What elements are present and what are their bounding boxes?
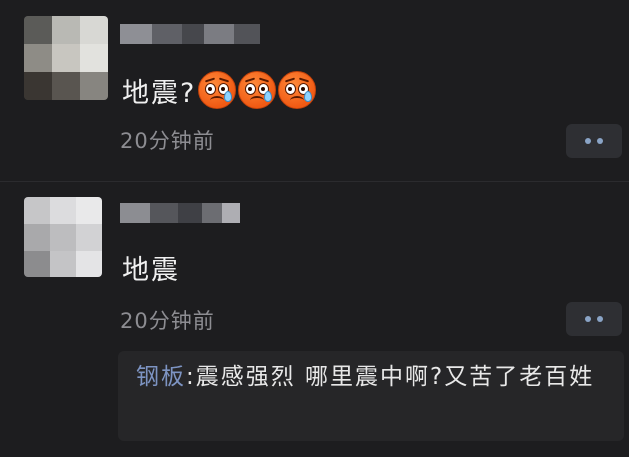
divider [0,181,629,182]
more-dots-icon [585,138,591,144]
username-blurred[interactable] [120,24,260,44]
worried-sweat-face-icon [278,71,317,109]
reply-separator: : [186,364,196,390]
more-dots-icon [597,316,603,322]
avatar[interactable] [24,197,102,277]
comment-content: 地震? [122,70,317,110]
comment-time: 20分钟前 [120,129,215,153]
worried-sweat-face-icon [238,71,277,109]
comment-text: 地震? [122,77,197,109]
comment-time: 20分钟前 [120,309,215,333]
more-options-button[interactable] [566,124,622,158]
more-dots-icon [597,138,603,144]
more-options-button[interactable] [566,302,622,336]
worried-sweat-face-icon [198,71,237,109]
comment-list: 地震? 20分钟前 地震 20分钟前 钢板:震感强烈 哪里震中啊?又苦了老百姓 [0,0,629,457]
reply-preview[interactable]: 钢板:震感强烈 哪里震中啊?又苦了老百姓 [118,351,624,441]
reply-author-link[interactable]: 钢板 [136,364,186,390]
comment-item: 地震 20分钟前 钢板:震感强烈 哪里震中啊?又苦了老百姓 [0,183,629,457]
comment-item: 地震? 20分钟前 [0,0,629,182]
reply-text: 钢板:震感强烈 哪里震中啊?又苦了老百姓 [136,359,606,396]
reply-body: 震感强烈 哪里震中啊?又苦了老百姓 [195,364,595,390]
comment-text: 地震 [122,254,180,286]
more-dots-icon [585,316,591,322]
avatar[interactable] [24,16,108,100]
username-blurred[interactable] [120,203,240,223]
comment-content: 地震 [122,249,180,286]
